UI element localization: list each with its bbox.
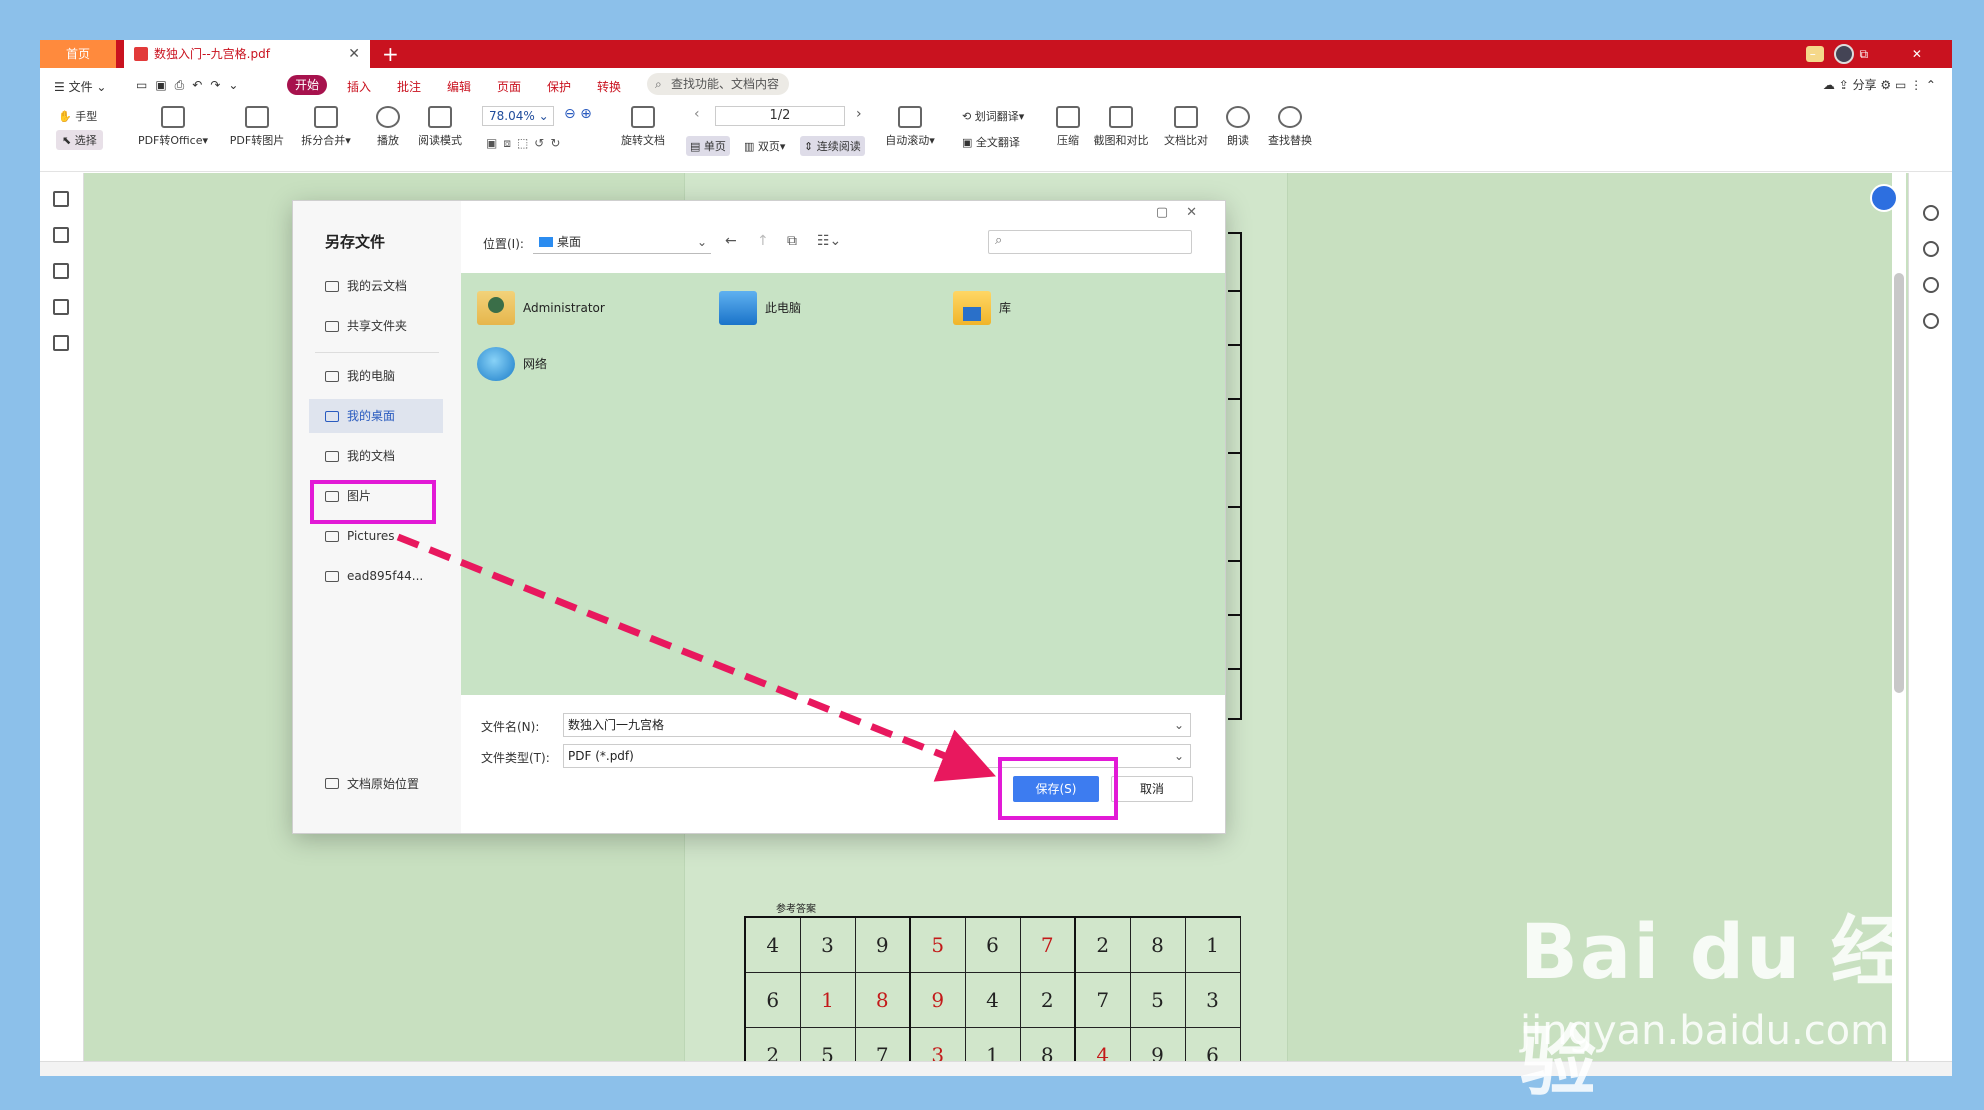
watermark-url: jingyan.baidu.com bbox=[1520, 1008, 1890, 1054]
watermark-logo-text: Bai du 经验 bbox=[1520, 907, 1909, 1106]
baidu-watermark: Bai du 经验 jingyan.baidu.com bbox=[1520, 890, 1960, 1106]
